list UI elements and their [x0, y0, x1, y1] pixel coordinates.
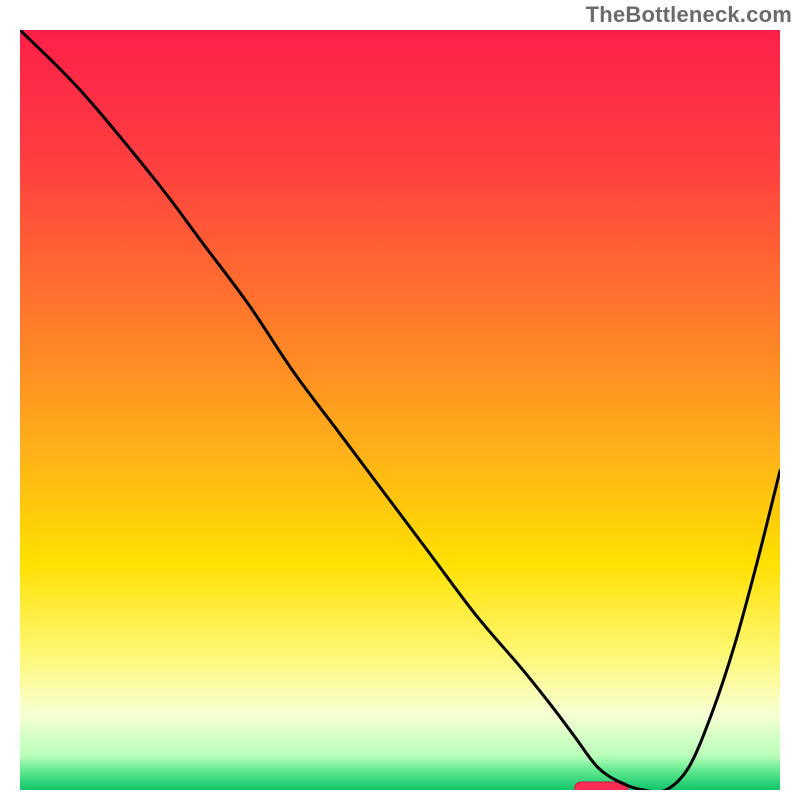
chart-plot-area	[20, 30, 780, 790]
watermark-text: TheBottleneck.com	[586, 2, 792, 28]
gradient-background	[20, 30, 780, 790]
chart-svg	[20, 30, 780, 790]
